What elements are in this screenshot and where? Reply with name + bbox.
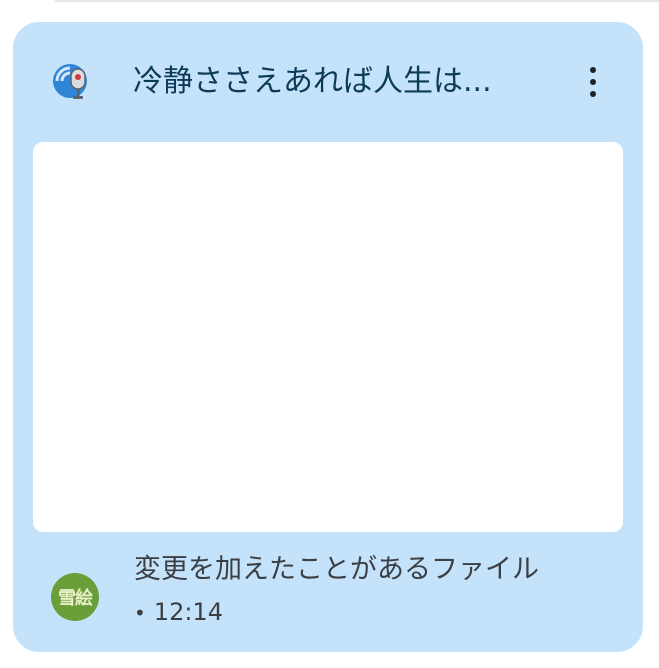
more-vertical-icon-dot xyxy=(590,79,596,85)
avatar: 雪絵 xyxy=(51,573,99,621)
file-card[interactable]: 冷静ささえあれば人生は... 雪絵 変更を加えたことがあるファイル • 12:14 xyxy=(13,22,643,652)
file-title[interactable]: 冷静ささえあれば人生は... xyxy=(133,58,563,106)
bullet-separator: • xyxy=(134,601,146,625)
activity-text: 変更を加えたことがあるファイル xyxy=(134,554,539,585)
activity-time: 12:14 xyxy=(153,598,223,626)
card-header: 冷静ささえあれば人生は... xyxy=(13,22,643,142)
activity-meta: • 12:14 xyxy=(134,596,223,628)
top-divider xyxy=(55,0,659,2)
more-vertical-icon xyxy=(590,67,596,73)
more-options-button[interactable] xyxy=(573,62,613,102)
file-preview-thumbnail[interactable] xyxy=(33,142,623,532)
card-footer: 雪絵 変更を加えたことがあるファイル • 12:14 xyxy=(13,542,643,652)
podcast-microphone-icon xyxy=(53,64,87,99)
more-vertical-icon-dot xyxy=(590,91,596,97)
